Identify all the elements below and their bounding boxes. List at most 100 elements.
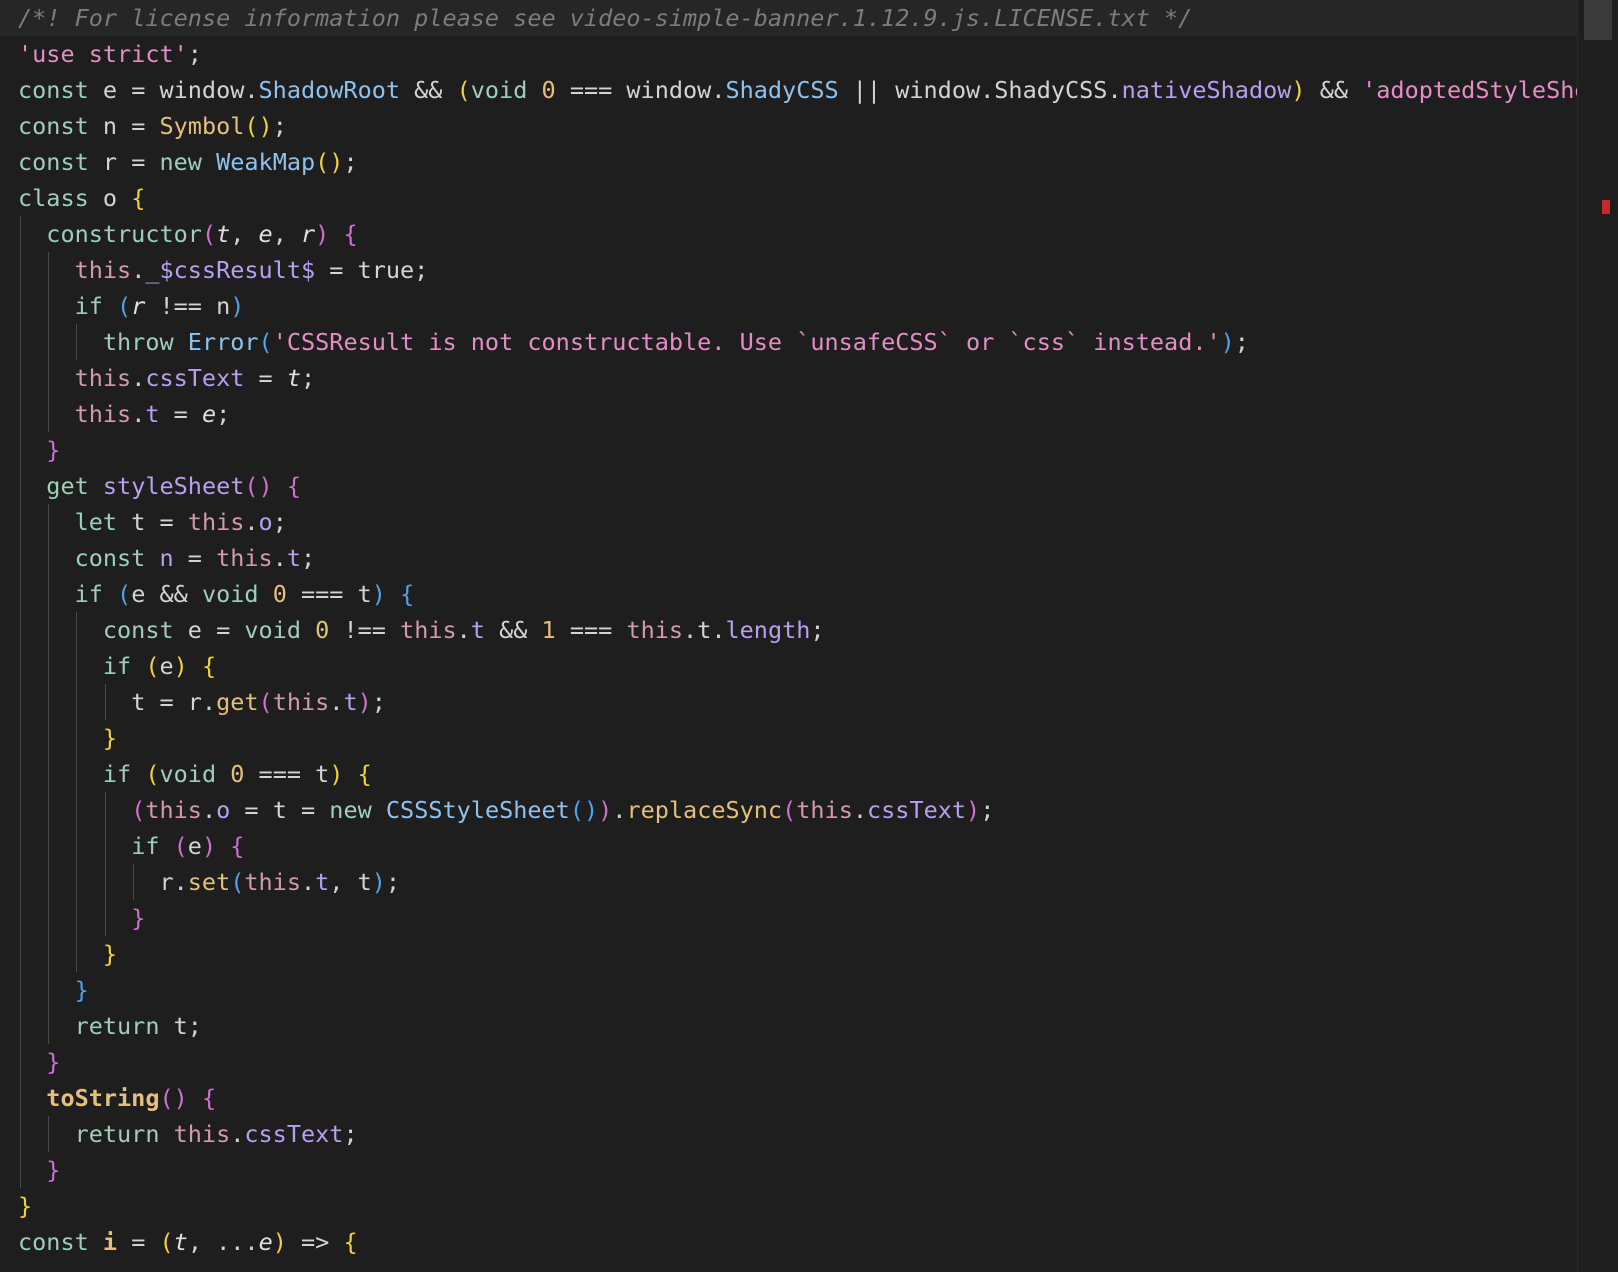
indent-guide — [20, 828, 21, 864]
indent-guide — [20, 720, 21, 756]
code-token: this — [626, 616, 684, 644]
code-token: ; — [343, 148, 358, 176]
code-token: e — [187, 832, 202, 860]
code-token: && — [1305, 76, 1363, 104]
code-token: ; — [187, 40, 202, 68]
code-token: 'use strict' — [18, 40, 188, 68]
code-token: e = window. — [88, 76, 259, 104]
code-line[interactable]: let t = this.o; — [0, 504, 1578, 540]
code-line[interactable]: this._$cssResult$ = true; — [0, 252, 1578, 288]
indent-guide — [132, 864, 134, 900]
code-line[interactable]: return this.cssText; — [0, 1116, 1578, 1152]
code-line[interactable]: const i = (t, ...e) => { — [0, 1224, 1578, 1260]
code-token: constructor — [46, 220, 202, 248]
code-line[interactable]: 'use strict'; — [0, 36, 1578, 72]
code-token: t — [286, 544, 302, 572]
code-token: void — [244, 616, 301, 644]
code-token: if — [102, 652, 132, 680]
code-token: void — [201, 580, 259, 608]
code-line[interactable]: get styleSheet() { — [0, 468, 1578, 504]
code-line[interactable]: toString() { — [0, 1080, 1578, 1116]
code-line[interactable]: throw Error('CSSResult is not constructa… — [0, 324, 1578, 360]
code-line[interactable]: const e = window.ShadowRoot && (void 0 =… — [0, 72, 1578, 108]
code-token: ( — [782, 796, 797, 824]
code-line[interactable]: } — [0, 1044, 1578, 1080]
indent-guide — [76, 612, 78, 648]
code-token: . — [612, 796, 627, 824]
code-line[interactable]: t = r.get(this.t); — [0, 684, 1578, 720]
code-line[interactable]: } — [0, 972, 1578, 1008]
code-token: ; — [371, 688, 386, 716]
code-line[interactable]: class o { — [0, 180, 1578, 216]
indent-guide — [20, 576, 21, 612]
code-token: } — [74, 976, 89, 1004]
code-line[interactable]: const e = void 0 !== this.t && 1 === thi… — [0, 612, 1578, 648]
code-line[interactable]: r.set(this.t, t); — [0, 864, 1578, 900]
code-token: ( — [230, 868, 245, 896]
vertical-scrollbar[interactable] — [1577, 0, 1618, 1272]
scroll-thumb[interactable] — [1584, 0, 1612, 40]
code-line[interactable]: } — [0, 432, 1578, 468]
code-line[interactable]: this.t = e; — [0, 396, 1578, 432]
code-line[interactable]: if (void 0 === t) { — [0, 756, 1578, 792]
code-token: . — [852, 796, 867, 824]
code-line[interactable]: if (e && void 0 === t) { — [0, 576, 1578, 612]
code-line[interactable]: if (r !== n) — [0, 288, 1578, 324]
code-token: e — [258, 220, 273, 248]
code-line[interactable]: constructor(t, e, r) { — [0, 216, 1578, 252]
code-token: r. — [159, 868, 188, 896]
code-line[interactable]: } — [0, 1152, 1578, 1188]
code-token: . — [131, 256, 146, 284]
code-token: r — [131, 292, 146, 320]
indent-guide — [76, 828, 78, 864]
code-lines[interactable]: /*! For license information please see v… — [0, 0, 1578, 1272]
code-token: ) — [966, 796, 981, 824]
code-line[interactable]: return t; — [0, 1008, 1578, 1044]
code-token: ; — [272, 112, 287, 140]
code-token: toString — [46, 1084, 160, 1112]
code-token: if — [74, 580, 103, 608]
code-token: . — [300, 868, 316, 896]
code-token: ; — [1234, 328, 1249, 356]
code-token: !== — [329, 616, 401, 644]
code-line[interactable]: if (e) { — [0, 648, 1578, 684]
code-token: e — [258, 1228, 273, 1256]
code-line[interactable]: /*! For license information please see v… — [0, 0, 1578, 36]
code-line[interactable]: const n = this.t; — [0, 540, 1578, 576]
indent-guide — [104, 684, 106, 720]
code-token: const — [18, 148, 89, 176]
code-line[interactable]: if (e) { — [0, 828, 1578, 864]
code-token: => — [286, 1228, 344, 1256]
code-line[interactable]: const n = Symbol(); — [0, 108, 1578, 144]
code-token: { — [400, 580, 415, 608]
indent-guide — [48, 828, 50, 864]
indent-guide — [20, 324, 21, 360]
code-token: 0 — [230, 760, 245, 788]
code-line[interactable]: (this.o = t = new CSSStyleSheet()).repla… — [0, 792, 1578, 828]
code-token: , — [272, 220, 301, 248]
code-token: nativeShadow — [1121, 76, 1292, 104]
code-token: i — [102, 1228, 118, 1256]
indent-guide — [48, 792, 50, 828]
code-line[interactable]: } — [0, 1188, 1578, 1224]
code-token: } — [102, 940, 118, 968]
code-line[interactable]: } — [0, 936, 1578, 972]
code-line[interactable]: this.cssText = t; — [0, 360, 1578, 396]
code-token: { — [357, 760, 372, 788]
code-token: this — [74, 256, 132, 284]
indent-guide — [48, 756, 50, 792]
code-token: . — [201, 796, 217, 824]
code-editor[interactable]: /*! For license information please see v… — [0, 0, 1618, 1272]
code-token: return — [74, 1120, 160, 1148]
code-line[interactable]: } — [0, 720, 1578, 756]
code-line[interactable]: const r = new WeakMap(); — [0, 144, 1578, 180]
code-token: ( — [201, 220, 217, 248]
code-line[interactable]: } — [0, 900, 1578, 936]
indent-guide — [76, 648, 78, 684]
